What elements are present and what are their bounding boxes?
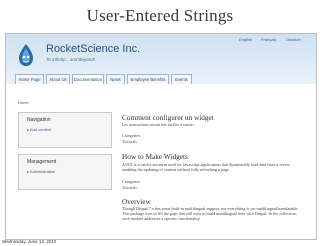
management-block: Management ▸ Administration bbox=[18, 154, 112, 190]
nav-item-administration-label[interactable]: Administration bbox=[30, 169, 55, 174]
node-title-overview[interactable]: Overview bbox=[122, 197, 151, 206]
node-body-comment-configurer: Les instructions seront très faciles à s… bbox=[122, 122, 197, 127]
categories-label: Categories: bbox=[122, 179, 142, 184]
site-header: English Français Deutsch RocketScience I… bbox=[6, 34, 316, 84]
breadcrumb[interactable]: Home bbox=[18, 100, 29, 105]
browser-screenshot: English Français Deutsch RocketScience I… bbox=[5, 33, 317, 240]
nav-item-add-content[interactable]: ▸ Add content bbox=[19, 127, 111, 132]
tab-employee-benefits[interactable]: Employee Benefits bbox=[127, 74, 169, 84]
tab-documentation[interactable]: Documentation bbox=[72, 74, 104, 84]
navigation-block: Navigation ▸ Add content bbox=[18, 112, 112, 148]
node-body-how-to-make-widgets: AJAX is a catchy acronym used for Javasc… bbox=[122, 162, 291, 173]
language-link-german[interactable]: Deutsch bbox=[286, 37, 301, 42]
site-slogan: To Infinity... and Beyond! bbox=[46, 57, 96, 62]
navigation-block-title: Navigation bbox=[27, 117, 51, 123]
slide-title: User-Entered Strings bbox=[86, 6, 234, 25]
primary-nav: Home Page About Us Documentation News Em… bbox=[6, 74, 316, 84]
node-title-comment-configurer[interactable]: Comment configurer un widget bbox=[122, 113, 214, 122]
site-name[interactable]: RocketScience Inc. bbox=[46, 43, 140, 55]
category-link-tutorials[interactable]: Tutorials bbox=[122, 139, 137, 144]
categories-label: Categories: bbox=[122, 133, 142, 138]
node-title-how-to-make-widgets[interactable]: How to Make Widgets bbox=[122, 152, 188, 161]
nav-item-add-content-label[interactable]: Add content bbox=[30, 127, 51, 132]
tab-home-page[interactable]: Home Page bbox=[15, 74, 44, 84]
language-link-english[interactable]: English bbox=[239, 37, 252, 42]
tab-about-us[interactable]: About Us bbox=[46, 74, 70, 84]
category-link-tutorials[interactable]: Tutorials bbox=[122, 185, 137, 190]
management-block-title: Management bbox=[27, 159, 57, 165]
node-body-overview: Though Drupal 7.x has some built-in mult… bbox=[122, 206, 299, 222]
tab-news[interactable]: News bbox=[106, 74, 125, 84]
tab-events[interactable]: Events bbox=[171, 74, 192, 84]
rocket-logo-icon[interactable] bbox=[15, 43, 37, 68]
slide-date: Wednesday, June 13, 2012 bbox=[2, 239, 57, 244]
language-link-french[interactable]: Français bbox=[261, 37, 276, 42]
nav-item-administration[interactable]: ▸ Administration bbox=[19, 169, 111, 174]
